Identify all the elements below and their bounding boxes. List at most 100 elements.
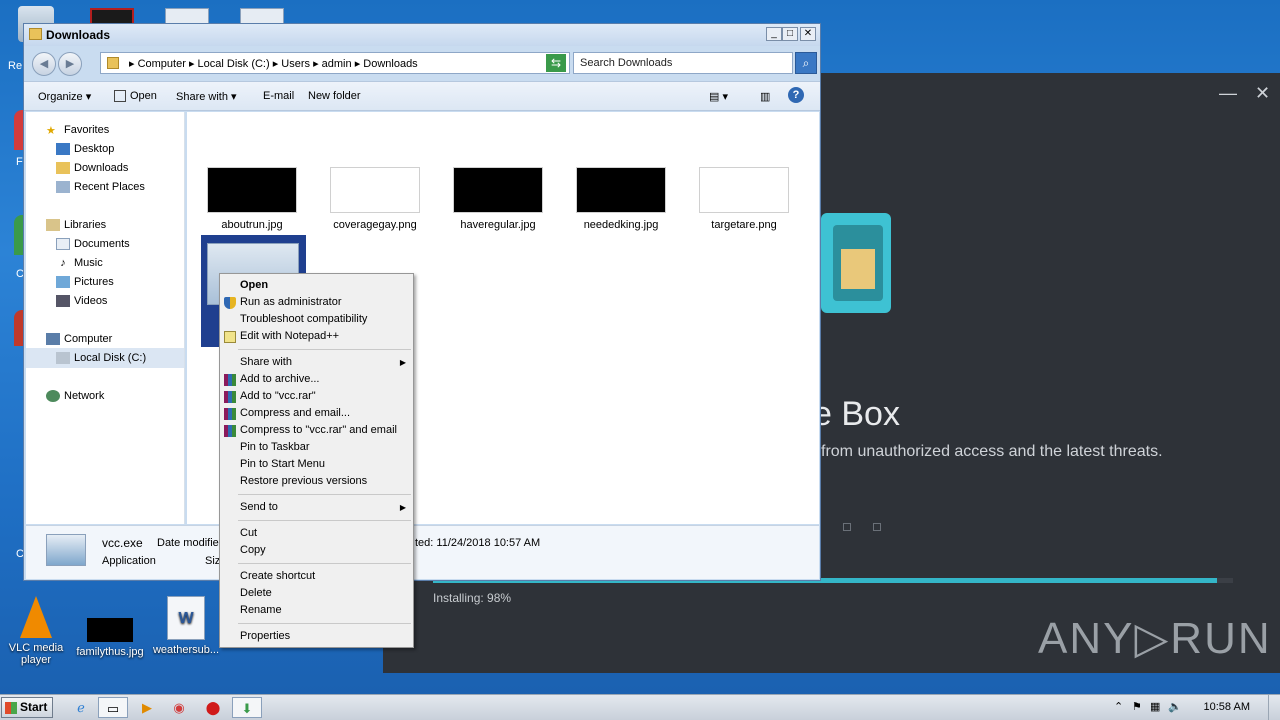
back-button[interactable]: ◀	[32, 52, 56, 76]
breadcrumb-item[interactable]: Downloads	[363, 58, 417, 70]
menu-item-add-to-vcc-rar[interactable]: Add to "vcc.rar"	[240, 390, 316, 402]
installer-close-button[interactable]: ✕	[1255, 83, 1270, 104]
search-placeholder: Search Downloads	[580, 57, 673, 69]
search-input[interactable]: Search Downloads	[573, 52, 793, 74]
preview-pane-icon[interactable]: ▥	[760, 90, 770, 103]
nav-computer[interactable]: Computer	[46, 333, 112, 345]
carousel-dot[interactable]	[873, 523, 881, 531]
submenu-arrow-icon: ▶	[399, 358, 406, 367]
winrar-icon	[224, 408, 236, 420]
downloads-icon	[56, 162, 70, 174]
nav-libraries[interactable]: Libraries	[46, 219, 106, 231]
open-button[interactable]: Open	[114, 90, 157, 103]
windows-logo-icon	[5, 702, 17, 714]
nav-music[interactable]: ♪ Music	[56, 257, 102, 269]
desktop-icon-weathersub[interactable]: W weathersub...	[150, 596, 222, 656]
installer-minimize-button[interactable]: —	[1219, 83, 1237, 104]
menu-item-send-to[interactable]: Send to	[240, 501, 278, 513]
nav-local-disk[interactable]: Local Disk (C:)	[56, 352, 146, 364]
nav-network[interactable]: Network	[46, 390, 104, 402]
breadcrumb-item[interactable]: admin	[322, 58, 352, 70]
nav-downloads[interactable]: Downloads	[56, 162, 128, 174]
carousel-dot[interactable]	[843, 523, 851, 531]
menu-item-properties[interactable]: Properties	[240, 630, 290, 642]
opera-icon[interactable]: ⬤	[198, 697, 228, 718]
volume-icon[interactable]: 🔈	[1168, 700, 1182, 713]
minimize-button[interactable]: _	[766, 27, 782, 41]
flag-icon[interactable]: ⚑	[1132, 700, 1142, 713]
breadcrumb: ▸ Computer ▸ Local Disk (C:) ▸ Users ▸ a…	[129, 57, 418, 70]
organize-button[interactable]: Organize ▾	[38, 90, 91, 103]
menu-item-copy[interactable]: Copy	[240, 544, 266, 556]
menu-item-restore-previous-versions[interactable]: Restore previous versions	[240, 475, 367, 487]
details-file-name: vcc.exe	[102, 536, 143, 550]
safe-box-icon	[821, 213, 891, 313]
internet-explorer-icon[interactable]: ℯ	[66, 697, 96, 718]
close-button[interactable]: ✕	[800, 27, 816, 41]
desktop-icon	[56, 143, 70, 155]
menu-item-create-shortcut[interactable]: Create shortcut	[240, 570, 315, 582]
installer-taskbar-icon[interactable]: ⬇	[232, 697, 262, 718]
file-item[interactable]: targetare.png	[689, 167, 799, 231]
menu-item-pin-to-taskbar[interactable]: Pin to Taskbar	[240, 441, 310, 453]
menu-item-rename[interactable]: Rename	[240, 604, 282, 616]
clock[interactable]: 10:58 AM	[1204, 701, 1250, 713]
desktop-icon-vlc[interactable]: VLC media player	[0, 596, 72, 666]
breadcrumb-item[interactable]: Users	[281, 58, 310, 70]
file-item[interactable]: neededking.jpg	[566, 167, 676, 231]
nav-favorites[interactable]: ★ Favorites	[46, 124, 109, 137]
menu-item-run-as-administrator[interactable]: Run as administrator	[240, 296, 342, 308]
winrar-icon	[224, 425, 236, 437]
file-name: haveregular.jpg	[460, 219, 536, 231]
help-icon[interactable]: ?	[788, 87, 804, 103]
chrome-icon[interactable]: ◉	[164, 697, 194, 718]
nav-documents[interactable]: Documents	[56, 238, 130, 250]
desktop-icon-familythus[interactable]: familythus.jpg	[74, 596, 146, 658]
title-bar[interactable]: Downloads _ □ ✕	[24, 24, 820, 46]
show-hidden-icons-icon[interactable]: ⌃	[1114, 700, 1123, 713]
menu-item-share-with[interactable]: Share with	[240, 356, 292, 368]
nav-recent-places[interactable]: Recent Places	[56, 181, 145, 193]
file-item[interactable]: aboutrun.jpg	[197, 167, 307, 231]
details-date-modified-label: Date modifie	[157, 537, 219, 549]
menu-item-compress-to-vcc-rar-and-email[interactable]: Compress to "vcc.rar" and email	[240, 424, 397, 436]
search-icon[interactable]: ⌕	[795, 52, 817, 74]
email-button[interactable]: E-mail	[263, 90, 294, 102]
videos-icon	[56, 295, 70, 307]
nav-desktop[interactable]: Desktop	[56, 143, 114, 155]
menu-item-pin-to-start-menu[interactable]: Pin to Start Menu	[240, 458, 325, 470]
network-icon	[46, 390, 60, 402]
view-options-icon[interactable]: ▤ ▾	[709, 90, 728, 103]
forward-button[interactable]: ▶	[58, 52, 82, 76]
new-folder-button[interactable]: New folder	[308, 90, 361, 102]
file-item[interactable]: haveregular.jpg	[443, 167, 553, 231]
media-player-icon[interactable]: ▶	[132, 697, 162, 718]
refresh-button[interactable]: ⇆	[546, 54, 566, 72]
start-button[interactable]: Start	[1, 697, 53, 718]
breadcrumb-item[interactable]: Local Disk (C:)	[198, 58, 270, 70]
menu-item-troubleshoot-compatibility[interactable]: Troubleshoot compatibility	[240, 313, 367, 325]
menu-item-delete[interactable]: Delete	[240, 587, 272, 599]
file-explorer-taskbar-icon[interactable]: ▭	[98, 697, 128, 718]
share-with-button[interactable]: Share with ▾	[176, 90, 237, 103]
menu-separator	[238, 494, 411, 495]
network-tray-icon[interactable]: ▦	[1150, 700, 1160, 713]
navigation-pane: ★ Favorites Desktop Downloads Recent Plac…	[26, 112, 185, 524]
maximize-button[interactable]: □	[782, 27, 798, 41]
menu-item-cut[interactable]: Cut	[240, 527, 257, 539]
address-bar[interactable]: ▸ Computer ▸ Local Disk (C:) ▸ Users ▸ a…	[100, 52, 570, 74]
breadcrumb-separator: ▸	[354, 58, 364, 70]
menu-item-edit-with-notepad[interactable]: Edit with Notepad++	[240, 330, 339, 342]
menu-item-open[interactable]: Open	[240, 279, 268, 291]
menu-item-add-to-archive[interactable]: Add to archive...	[240, 373, 320, 385]
vlc-icon	[20, 596, 52, 638]
desktop-icon-label: weathersub...	[152, 644, 220, 656]
nav-pictures[interactable]: Pictures	[56, 276, 114, 288]
breadcrumb-item[interactable]: Computer	[138, 58, 186, 70]
window-title: Downloads	[46, 28, 111, 42]
file-item[interactable]: coveragegay.png	[320, 167, 430, 231]
pictures-icon	[56, 276, 70, 288]
menu-item-compress-and-email[interactable]: Compress and email...	[240, 407, 350, 419]
show-desktop-button[interactable]	[1268, 695, 1280, 720]
nav-videos[interactable]: Videos	[56, 295, 107, 307]
